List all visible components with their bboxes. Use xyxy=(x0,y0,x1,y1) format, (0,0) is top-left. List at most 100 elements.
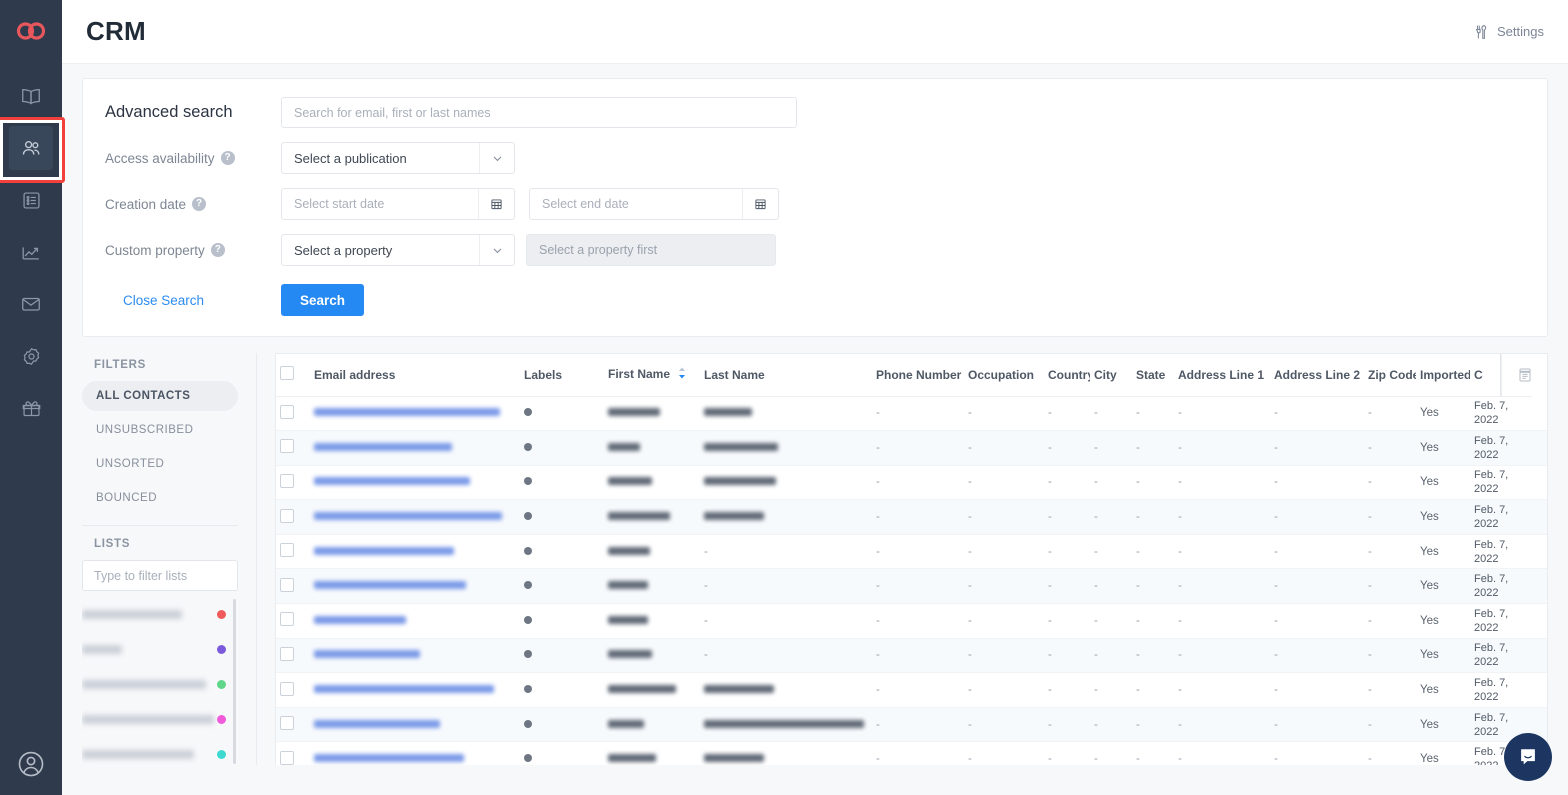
row-select-cell[interactable] xyxy=(276,534,310,569)
sort-arrows-icon[interactable] xyxy=(678,367,686,382)
table-row[interactable]: ---------YesFeb. 7, 2022 xyxy=(276,534,1547,569)
filter-all-contacts[interactable]: ALL CONTACTS xyxy=(82,381,238,411)
close-search-link[interactable]: Close Search xyxy=(105,293,281,308)
table-row[interactable]: ---------YesFeb. 7, 2022 xyxy=(276,604,1547,639)
row-checkbox[interactable] xyxy=(280,405,294,419)
header-phone[interactable]: Phone Number xyxy=(872,354,964,396)
column-settings-button[interactable] xyxy=(1501,354,1547,396)
lists-scrollbar[interactable] xyxy=(233,599,236,764)
table-row[interactable]: ---------YesFeb. 7, 2022 xyxy=(276,638,1547,673)
row-checkbox[interactable] xyxy=(280,543,294,557)
header-email[interactable]: Email address xyxy=(310,354,520,396)
header-imported[interactable]: Imported xyxy=(1416,354,1470,396)
chat-support-button[interactable] xyxy=(1504,733,1552,781)
help-icon[interactable]: ? xyxy=(211,243,225,257)
sidebar-item-automation[interactable] xyxy=(9,334,53,378)
empty-value: - xyxy=(968,719,972,731)
cell-email[interactable] xyxy=(310,673,520,708)
select-all-checkbox[interactable] xyxy=(280,366,294,380)
row-checkbox[interactable] xyxy=(280,682,294,696)
cell-email[interactable] xyxy=(310,742,520,765)
table-row[interactable]: --------YesFeb. 7, 2022 xyxy=(276,742,1547,765)
header-labels[interactable]: Labels xyxy=(520,354,604,396)
row-select-cell[interactable] xyxy=(276,500,310,535)
cell-email[interactable] xyxy=(310,707,520,742)
header-address-2[interactable]: Address Line 2 xyxy=(1270,354,1364,396)
select-all-header[interactable] xyxy=(276,354,310,396)
publication-select[interactable]: Select a publication xyxy=(281,142,515,174)
table-row[interactable]: --------YesFeb. 7, 2022 xyxy=(276,500,1547,535)
header-zip[interactable]: Zip Code xyxy=(1364,354,1416,396)
header-occupation[interactable]: Occupation xyxy=(964,354,1044,396)
row-select-cell[interactable] xyxy=(276,673,310,708)
header-state[interactable]: State xyxy=(1132,354,1174,396)
property-select[interactable]: Select a property xyxy=(281,234,515,266)
header-created[interactable]: C xyxy=(1470,354,1486,396)
list-item[interactable] xyxy=(82,667,238,702)
cell-email[interactable] xyxy=(310,465,520,500)
help-icon[interactable]: ? xyxy=(221,151,235,165)
row-checkbox[interactable] xyxy=(280,509,294,523)
row-select-cell[interactable] xyxy=(276,604,310,639)
sidebar-item-contacts[interactable] xyxy=(9,126,53,170)
table-row[interactable]: --------YesFeb. 7, 2022 xyxy=(276,673,1547,708)
end-date-input[interactable]: Select end date xyxy=(529,188,779,220)
filter-bounced[interactable]: BOUNCED xyxy=(82,483,238,513)
row-select-cell[interactable] xyxy=(276,742,310,765)
list-item[interactable] xyxy=(82,737,238,772)
sidebar-item-forms[interactable] xyxy=(9,178,53,222)
settings-button[interactable]: Settings xyxy=(1472,23,1544,41)
row-checkbox[interactable] xyxy=(280,612,294,626)
header-first-name[interactable]: First Name xyxy=(604,354,700,396)
sidebar-item-rewards[interactable] xyxy=(9,386,53,430)
row-checkbox[interactable] xyxy=(280,647,294,661)
search-button[interactable]: Search xyxy=(281,284,364,316)
cell-email[interactable] xyxy=(310,534,520,569)
user-avatar[interactable] xyxy=(0,749,62,779)
lists-scroll-area[interactable] xyxy=(82,597,238,773)
cell-email[interactable] xyxy=(310,500,520,535)
list-item[interactable] xyxy=(82,632,238,667)
list-item[interactable] xyxy=(82,702,238,737)
table-row[interactable]: --------YesFeb. 7, 2022 xyxy=(276,396,1547,431)
row-select-cell[interactable] xyxy=(276,465,310,500)
row-checkbox[interactable] xyxy=(280,578,294,592)
filter-unsorted[interactable]: UNSORTED xyxy=(82,449,238,479)
cell-email[interactable] xyxy=(310,638,520,673)
table-row[interactable]: --------YesFeb. 7, 2022 xyxy=(276,431,1547,466)
row-checkbox[interactable] xyxy=(280,716,294,730)
header-city[interactable]: City xyxy=(1090,354,1132,396)
row-select-cell[interactable] xyxy=(276,638,310,673)
cell-created-date: Feb. 7, 2022 xyxy=(1470,431,1532,466)
table-row[interactable]: ---------YesFeb. 7, 2022 xyxy=(276,569,1547,604)
row-select-cell[interactable] xyxy=(276,569,310,604)
cell-email[interactable] xyxy=(310,569,520,604)
table-row[interactable]: --------YesFeb. 7, 2022 xyxy=(276,465,1547,500)
list-color-dot xyxy=(217,750,226,759)
row-select-cell[interactable] xyxy=(276,431,310,466)
cell-email[interactable] xyxy=(310,604,520,639)
header-country[interactable]: Country xyxy=(1044,354,1090,396)
start-date-input[interactable]: Select start date xyxy=(281,188,515,220)
cell-email[interactable] xyxy=(310,431,520,466)
search-input[interactable]: Search for email, first or last names xyxy=(281,97,797,128)
sidebar-item-campaigns[interactable] xyxy=(9,282,53,326)
row-select-cell[interactable] xyxy=(276,396,310,431)
sidebar-item-library[interactable] xyxy=(9,74,53,118)
row-checkbox[interactable] xyxy=(280,751,294,765)
filter-unsubscribed[interactable]: UNSUBSCRIBED xyxy=(82,415,238,445)
row-select-cell[interactable] xyxy=(276,707,310,742)
header-last-name[interactable]: Last Name xyxy=(700,354,872,396)
row-checkbox[interactable] xyxy=(280,474,294,488)
cell-email[interactable] xyxy=(310,396,520,431)
list-item[interactable] xyxy=(82,597,238,632)
help-icon[interactable]: ? xyxy=(192,197,206,211)
list-filter-input[interactable]: Type to filter lists xyxy=(82,560,238,591)
app-logo[interactable] xyxy=(0,0,62,62)
row-checkbox[interactable] xyxy=(280,439,294,453)
header-address-1[interactable]: Address Line 1 xyxy=(1174,354,1270,396)
sidebar-item-analytics[interactable] xyxy=(9,230,53,274)
empty-value: - xyxy=(968,546,972,558)
table-row[interactable]: --------YesFeb. 7, 2022 xyxy=(276,707,1547,742)
first-name-redacted xyxy=(608,754,656,762)
